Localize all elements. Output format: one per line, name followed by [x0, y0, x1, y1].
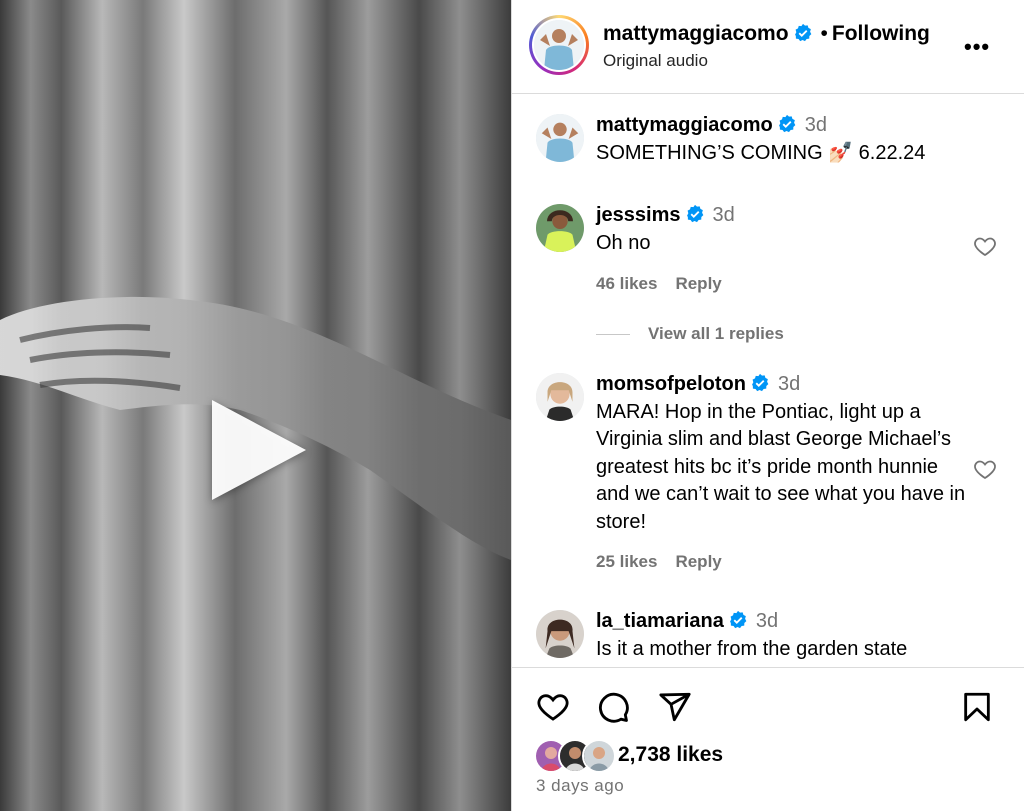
- post-panel: mattymaggiacomo • Following Original audio…: [512, 0, 1024, 811]
- comment-time[interactable]: 3d: [756, 610, 778, 632]
- comment-meta: 25 likes Reply: [596, 552, 740, 572]
- comment-text: MARA! Hop in the Pontiac, light up a Vir…: [596, 400, 966, 533]
- comment-body: mattymaggiacomo 3d SOMETHING’S COMING 💅🏻 …: [596, 112, 966, 167]
- avatar[interactable]: [534, 20, 584, 70]
- caption-text: SOMETHING’S COMING 💅🏻 6.22.24: [596, 141, 926, 164]
- comments-list[interactable]: mattymaggiacomo 3d SOMETHING’S COMING 💅🏻 …: [512, 94, 1024, 667]
- avatar[interactable]: [536, 610, 584, 658]
- reply-button[interactable]: Reply: [675, 274, 721, 293]
- post-actions: 2,738 likes 3 days ago: [512, 667, 1024, 812]
- header-title: mattymaggiacomo • Following: [603, 22, 930, 45]
- replies-line: [596, 334, 630, 336]
- verified-icon: [752, 373, 769, 392]
- verified-icon: [794, 23, 811, 42]
- verified-icon: [778, 114, 796, 133]
- audio-link[interactable]: Original audio: [603, 51, 708, 71]
- comment-text: Is it a mother from the garden state: [596, 637, 908, 660]
- comment-time[interactable]: 3d: [713, 204, 735, 226]
- comment-meta: 46 likes Reply: [596, 274, 740, 294]
- verified-icon: [686, 204, 703, 223]
- more-horizontal-icon[interactable]: •••: [964, 34, 990, 60]
- bookmark-icon[interactable]: [960, 690, 994, 724]
- comment-username[interactable]: la_tiamariana: [596, 610, 724, 632]
- likes-count[interactable]: 2,738 likes: [618, 743, 723, 767]
- share-icon[interactable]: [658, 690, 692, 724]
- caption-username[interactable]: mattymaggiacomo: [596, 114, 773, 136]
- view-replies-button[interactable]: View all 1 replies: [596, 324, 784, 344]
- comment-body: momsofpeloton 3d MARA! Hop in the Pontiac…: [596, 371, 966, 536]
- avatar[interactable]: [536, 114, 584, 162]
- view-replies-label: View all 1 replies: [648, 324, 784, 343]
- avatar: [582, 739, 616, 773]
- heart-icon[interactable]: [973, 457, 997, 481]
- reel-video[interactable]: [0, 0, 511, 811]
- play-icon[interactable]: [212, 400, 306, 500]
- post-timestamp[interactable]: 3 days ago: [536, 776, 624, 796]
- avatar[interactable]: [536, 373, 584, 421]
- comment-icon[interactable]: [596, 690, 630, 724]
- heart-icon[interactable]: [536, 690, 570, 724]
- avatar[interactable]: [536, 204, 584, 252]
- following-button[interactable]: Following: [832, 22, 930, 45]
- comment-likes[interactable]: 25 likes: [596, 552, 657, 571]
- post-header: mattymaggiacomo • Following Original audio…: [512, 0, 1024, 94]
- comment-time[interactable]: 3d: [805, 114, 827, 136]
- likers-avatars[interactable]: [534, 739, 616, 773]
- reply-button[interactable]: Reply: [675, 552, 721, 571]
- comment-username[interactable]: momsofpeloton: [596, 373, 746, 395]
- comment-body: la_tiamariana 3d Is it a mother from the …: [596, 608, 966, 663]
- comment-likes[interactable]: 46 likes: [596, 274, 657, 293]
- verified-icon: [729, 610, 747, 629]
- author-username[interactable]: mattymaggiacomo: [603, 22, 789, 45]
- comment-username[interactable]: jesssims: [596, 204, 681, 226]
- comment-time[interactable]: 3d: [778, 373, 800, 395]
- comment-text: Oh no: [596, 231, 651, 254]
- comment-body: jesssims 3d Oh no: [596, 202, 966, 257]
- heart-icon[interactable]: [973, 234, 997, 258]
